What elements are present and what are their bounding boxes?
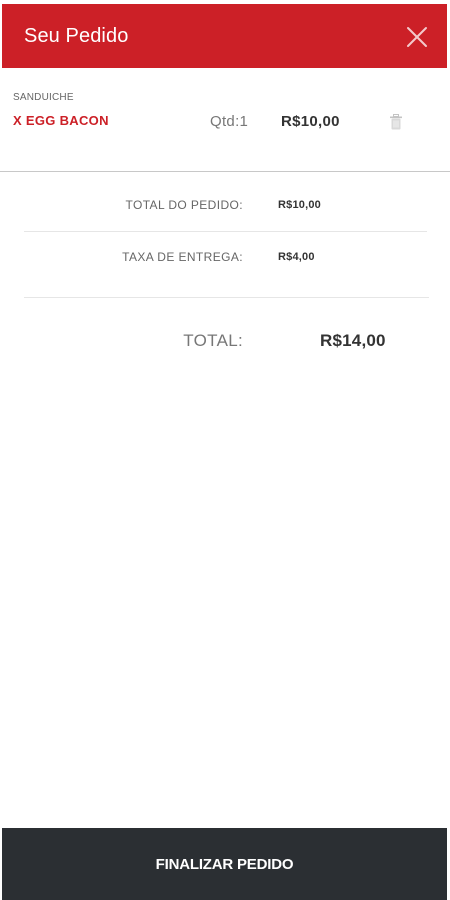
order-total-value: R$10,00 <box>278 199 321 211</box>
cart-item: SANDUICHE X EGG BACON Qtd:1 R$10,00 <box>0 68 450 172</box>
order-panel: Seu Pedido SANDUICHE X EGG BACON Qtd:1 R… <box>0 0 450 900</box>
delivery-fee-value: R$4,00 <box>278 251 315 263</box>
item-category: SANDUICHE <box>13 92 74 103</box>
item-quantity: Qtd:1 <box>210 113 249 130</box>
item-divider <box>0 171 450 172</box>
header-bar: Seu Pedido <box>2 4 447 68</box>
close-icon[interactable] <box>405 25 429 49</box>
summary-divider <box>24 231 427 232</box>
grand-total-value: R$14,00 <box>320 331 386 350</box>
delivery-fee-label: TAXA DE ENTREGA: <box>122 250 243 264</box>
order-total-label: TOTAL DO PEDIDO: <box>125 198 243 212</box>
grand-total-label: TOTAL: <box>183 331 243 350</box>
total-divider <box>24 297 429 298</box>
trash-icon[interactable] <box>389 114 403 130</box>
checkout-button[interactable]: FINALIZAR PEDIDO <box>2 828 447 900</box>
checkout-button-label: FINALIZAR PEDIDO <box>155 855 294 873</box>
page-title: Seu Pedido <box>24 25 129 47</box>
item-price: R$10,00 <box>281 113 340 130</box>
item-name: X EGG BACON <box>13 113 109 128</box>
